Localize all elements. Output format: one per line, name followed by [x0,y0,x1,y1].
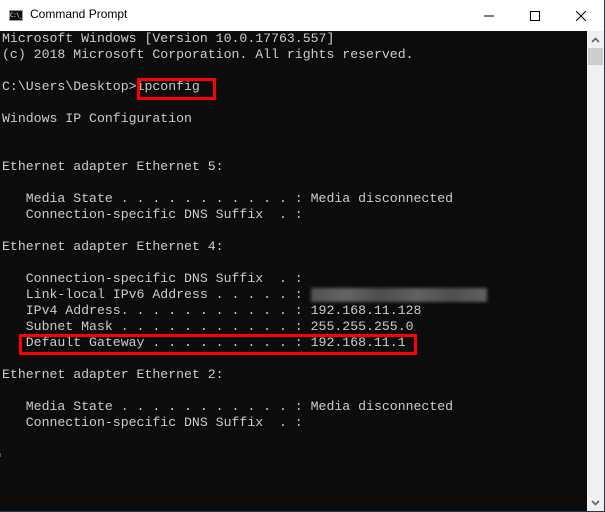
maximize-button[interactable] [512,0,558,31]
console-output[interactable]: Microsoft Windows [Version 10.0.17763.55… [0,31,587,511]
command-prompt-window: C:\_ Command Prompt Microsoft Windows [V… [0,0,605,512]
close-icon [576,10,586,21]
scroll-down-button[interactable] [587,494,604,511]
adapter-header: Ethernet adapter Ethernet 5: [2,159,224,174]
ipv4-line: IPv4 Address. . . . . . . . . . . : 192.… [2,303,422,318]
console-line: Link-local IPv6 Address . . . . . : [2,287,303,302]
console-icon: C:\_ [9,10,23,21]
adapter-header: Ethernet adapter Ethernet 2: [2,367,224,382]
subnet-line: Subnet Mask . . . . . . . . . . . : 255.… [2,319,414,334]
console-line: Media State . . . . . . . . . . . : Medi… [2,399,454,414]
adapter-header: Ethernet adapter Ethernet 4: [2,239,224,254]
ipconfig-highlight-box [137,78,216,100]
minimize-button[interactable] [466,0,512,31]
scroll-up-button[interactable] [587,31,604,48]
console-line: Windows IP Configuration [2,111,192,126]
blurred-ipv6-address [311,288,487,302]
chevron-up-icon [591,36,600,43]
scroll-thumb[interactable] [588,48,603,65]
console-line: Media State . . . . . . . . . . . : Medi… [2,191,454,206]
chevron-down-icon [591,499,600,506]
close-button[interactable] [558,0,604,31]
maximize-icon [530,10,540,21]
default-gateway-highlight-box [19,334,417,355]
vertical-scrollbar[interactable] [587,31,604,511]
title-bar[interactable]: C:\_ Command Prompt [0,0,604,31]
console-line: Connection-specific DNS Suffix . : [2,415,303,430]
minimize-icon [484,15,494,16]
console-line: Microsoft Windows [Version 10.0.17763.55… [2,31,335,46]
left-edge-marker [0,453,1,457]
window-title: Command Prompt [30,7,128,21]
console-line: Connection-specific DNS Suffix . : [2,271,303,286]
console-line: (c) 2018 Microsoft Corporation. All righ… [2,47,414,62]
console-line: Connection-specific DNS Suffix . : [2,207,303,222]
